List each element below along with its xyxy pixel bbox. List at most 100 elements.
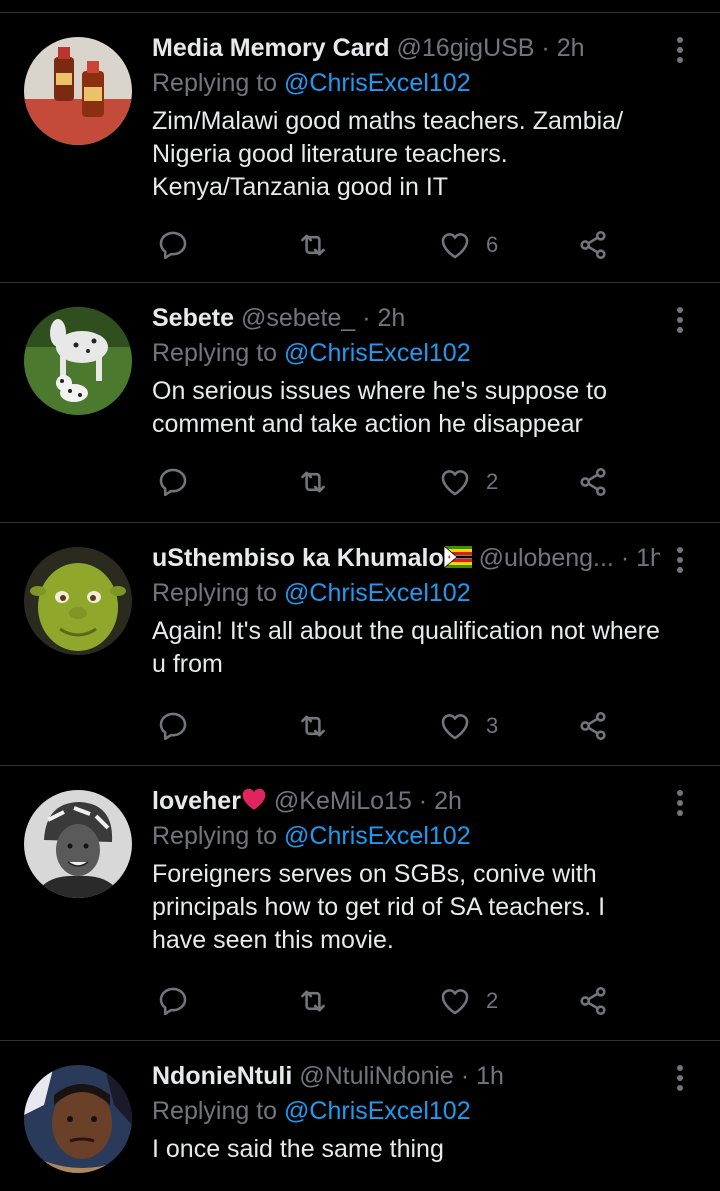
- green-ogre-photo-avatar: [24, 547, 132, 655]
- separator-dot: ·: [620, 544, 630, 572]
- display-name[interactable]: Sebete: [152, 304, 234, 332]
- avatar[interactable]: [24, 547, 132, 655]
- replying-to-handle[interactable]: @ChrisExcel102: [284, 579, 471, 607]
- timestamp[interactable]: 2h: [378, 304, 406, 332]
- heart-icon: [441, 989, 469, 1015]
- user-handle[interactable]: @KeMiLo15: [274, 787, 412, 815]
- reply-button[interactable]: [156, 225, 190, 265]
- retweet-icon: [301, 234, 325, 256]
- display-name[interactable]: Media Memory Card: [152, 34, 390, 62]
- reply-tweet[interactable]: loveher @KeMiLo15 · 2h Replying to @Chri…: [0, 766, 720, 1041]
- share-button[interactable]: [576, 225, 610, 265]
- user-handle[interactable]: @16gigUSB: [397, 34, 535, 62]
- replying-to: Replying to @ChrisExcel102: [152, 335, 660, 371]
- tweet-actions: 2: [152, 981, 680, 1021]
- replying-to: Replying to @ChrisExcel102: [152, 65, 660, 101]
- separator-dot: ·: [541, 34, 550, 62]
- like-count: 2: [486, 988, 499, 1013]
- replying-to-label: Replying to: [152, 822, 278, 850]
- share-button[interactable]: [576, 706, 610, 746]
- retweet-icon: [301, 471, 325, 493]
- more-options-icon[interactable]: [670, 545, 690, 575]
- more-options-icon[interactable]: [670, 305, 690, 335]
- top-divider: [0, 0, 720, 13]
- replying-to-handle[interactable]: @ChrisExcel102: [284, 1097, 471, 1125]
- retweet-icon: [301, 715, 325, 737]
- like-button[interactable]: 6: [438, 225, 498, 265]
- replying-to-label: Replying to: [152, 69, 278, 97]
- reply-tweet[interactable]: Media Memory Card @16gigUSB · 2h Replyin…: [0, 13, 720, 283]
- heart-icon: [441, 233, 469, 259]
- replying-to-label: Replying to: [152, 1097, 278, 1125]
- tweet-actions: 6: [152, 225, 680, 265]
- replying-to-label: Replying to: [152, 579, 278, 607]
- heart-icon: [441, 470, 469, 496]
- share-icon: [580, 467, 606, 497]
- reply-icon: [159, 712, 187, 741]
- avatar[interactable]: [24, 307, 132, 415]
- reply-tweet[interactable]: NdonieNtuli @NtuliNdonie · 1h Replying t…: [0, 1041, 720, 1191]
- share-icon: [580, 986, 606, 1016]
- heart-icon: [441, 714, 469, 740]
- tweet-text: I once said the same thing: [152, 1135, 444, 1163]
- reply-tweet[interactable]: Sebete @sebete_ · 2h Replying to @ChrisE…: [0, 283, 720, 523]
- share-button[interactable]: [576, 462, 610, 502]
- user-handle[interactable]: @sebete_: [241, 304, 355, 332]
- tweet-text: On serious issues where he's suppose to …: [152, 377, 608, 438]
- display-name[interactable]: loveher: [152, 787, 241, 815]
- tweet-text: Again! It's all about the qualification …: [152, 617, 660, 678]
- display-name[interactable]: NdonieNtuli: [152, 1062, 292, 1090]
- reply-button[interactable]: [156, 462, 190, 502]
- avatar[interactable]: [24, 790, 132, 898]
- replying-to-handle[interactable]: @ChrisExcel102: [284, 822, 471, 850]
- share-button[interactable]: [576, 981, 610, 1021]
- separator-dot: ·: [362, 304, 371, 332]
- timestamp[interactable]: 1h: [476, 1062, 504, 1090]
- like-count: 6: [486, 232, 499, 257]
- replying-to: Replying to @ChrisExcel102: [152, 575, 660, 611]
- more-options-icon[interactable]: [670, 788, 690, 818]
- replying-to: Replying to @ChrisExcel102: [152, 1093, 660, 1129]
- replying-to-handle[interactable]: @ChrisExcel102: [284, 339, 471, 367]
- reply-icon: [159, 987, 187, 1016]
- separator-dot: ·: [460, 1062, 470, 1090]
- separator-dot: ·: [418, 787, 428, 815]
- display-name[interactable]: uSthembiso ka Khumalo: [152, 544, 444, 572]
- like-button[interactable]: 2: [438, 462, 498, 502]
- spotted-horse-and-dog-photo-avatar: [24, 307, 132, 415]
- retweet-button[interactable]: [296, 706, 330, 746]
- tweet-actions: 3: [152, 706, 680, 746]
- bottles-photo-avatar: [24, 37, 132, 145]
- woman-headwrap-bw-photo-avatar: [24, 790, 132, 898]
- user-handle[interactable]: @ulobeng...: [479, 544, 614, 572]
- share-icon: [580, 230, 606, 260]
- like-count: 2: [486, 469, 499, 494]
- more-options-icon[interactable]: [670, 35, 690, 65]
- retweet-button[interactable]: [296, 462, 330, 502]
- reply-icon: [159, 468, 187, 497]
- tweet-actions: 2: [152, 462, 680, 502]
- tweet-text: Foreigners serves on SGBs, conive with p…: [152, 860, 606, 954]
- share-icon: [580, 711, 606, 741]
- retweet-button[interactable]: [296, 981, 330, 1021]
- reply-icon: [159, 231, 187, 260]
- retweet-button[interactable]: [296, 225, 330, 265]
- reply-button[interactable]: [156, 706, 190, 746]
- more-options-icon[interactable]: [670, 1063, 690, 1093]
- avatar[interactable]: [24, 37, 132, 145]
- timestamp[interactable]: 2h: [434, 787, 462, 815]
- replying-to: Replying to @ChrisExcel102: [152, 818, 660, 854]
- retweet-icon: [301, 990, 325, 1012]
- like-button[interactable]: 2: [438, 981, 498, 1021]
- replying-to-handle[interactable]: @ChrisExcel102: [284, 69, 471, 97]
- replying-to-label: Replying to: [152, 339, 278, 367]
- man-selfie-photo-avatar: [24, 1065, 132, 1173]
- timestamp[interactable]: 1h: [636, 544, 660, 572]
- replies-feed: Media Memory Card @16gigUSB · 2h Replyin…: [0, 0, 720, 1191]
- user-handle[interactable]: @NtuliNdonie: [299, 1062, 454, 1090]
- reply-button[interactable]: [156, 981, 190, 1021]
- timestamp[interactable]: 2h: [557, 34, 585, 62]
- avatar[interactable]: [24, 1065, 132, 1173]
- reply-tweet[interactable]: uSthembiso ka Khumalo @ulobeng... · 1h R…: [0, 523, 720, 766]
- like-button[interactable]: 3: [438, 706, 498, 746]
